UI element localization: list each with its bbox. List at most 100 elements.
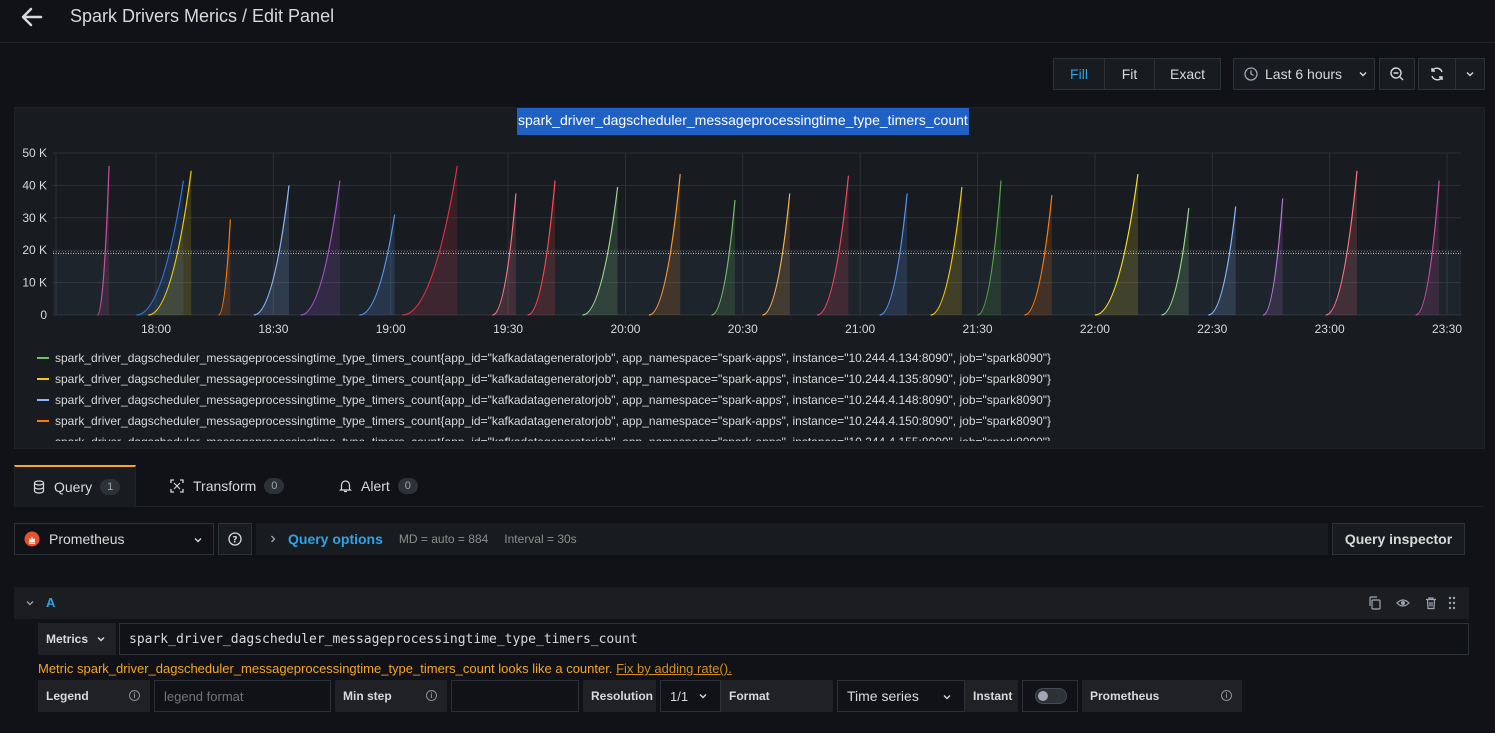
editor-tabs: Query 1 Transform 0 Alert 0 xyxy=(14,465,1484,507)
fix-rate-link[interactable]: Fix by adding rate(). xyxy=(616,661,732,676)
bell-icon xyxy=(339,480,352,493)
resolution-value: 1/1 xyxy=(670,688,689,704)
legend-label-box: Legend i xyxy=(38,680,150,712)
question-circle-icon: ? xyxy=(228,532,242,546)
legend-swatch xyxy=(37,378,49,380)
chevron-down-icon xyxy=(194,538,202,543)
x-tick-label: 23:00 xyxy=(1315,322,1345,336)
legend-item[interactable]: spark_driver_dagscheduler_messageprocess… xyxy=(37,414,1051,428)
time-range-label: Last 6 hours xyxy=(1265,66,1343,82)
x-tick-label: 21:00 xyxy=(845,322,875,336)
x-tick-label: 22:00 xyxy=(1080,322,1110,336)
legend-item[interactable]: spark_driver_dagscheduler_messageprocess… xyxy=(37,372,1051,386)
zoom-out-button[interactable] xyxy=(1379,58,1415,90)
metric-query-input[interactable]: spark_driver_dagscheduler_messageprocess… xyxy=(119,623,1469,655)
counter-warning: Metric spark_driver_dagscheduler_message… xyxy=(38,661,732,676)
format-dropdown[interactable]: Time series xyxy=(837,680,965,712)
tab-alert[interactable]: Alert 0 xyxy=(339,465,418,507)
y-tick-label: 20 K xyxy=(22,243,47,257)
legend-item[interactable]: spark_driver_dagscheduler_messageprocess… xyxy=(37,393,1051,407)
datasource-picker[interactable]: Prometheus xyxy=(14,523,214,555)
min-step-label-box: Min step i xyxy=(335,680,447,712)
transform-icon xyxy=(170,479,184,493)
metrics-label: Metrics xyxy=(46,632,89,646)
legend-format-input[interactable] xyxy=(154,680,331,712)
time-range-picker[interactable]: Last 6 hours xyxy=(1233,58,1375,90)
resolution-label: Resolution xyxy=(583,680,656,712)
format-value: Time series xyxy=(847,688,919,704)
fit-button[interactable]: Fit xyxy=(1104,58,1155,90)
legend-item[interactable]: spark_driver_dagscheduler_messageprocess… xyxy=(37,351,1051,365)
y-tick-label: 40 K xyxy=(22,178,47,192)
query-row-header[interactable]: A xyxy=(14,587,1469,619)
legend-swatch xyxy=(37,399,49,401)
legend-label: spark_driver_dagscheduler_messageprocess… xyxy=(55,414,1052,428)
prometheus-icon xyxy=(24,531,40,547)
tab-transform-count: 0 xyxy=(264,478,285,494)
query-ref-label: A xyxy=(46,595,56,610)
y-tick-label: 50 K xyxy=(22,146,47,160)
tab-query-label: Query xyxy=(54,479,93,495)
top-bar: Spark Drivers Merics / Edit Panel xyxy=(0,0,1495,43)
min-step-input[interactable] xyxy=(451,680,579,712)
chart-legend: spark_driver_dagscheduler_messageprocess… xyxy=(15,345,1486,441)
refresh-button[interactable] xyxy=(1418,58,1456,90)
info-icon[interactable]: i xyxy=(426,690,437,701)
chevron-down-icon xyxy=(943,695,951,700)
page-title: Spark Drivers Merics / Edit Panel xyxy=(70,6,335,26)
graph-panel: spark_driver_dagscheduler_messageprocess… xyxy=(14,107,1485,449)
trash-icon[interactable] xyxy=(1424,596,1438,610)
y-tick-label: 0 xyxy=(40,308,47,322)
database-icon xyxy=(33,480,45,494)
chevron-down-icon xyxy=(1359,72,1367,77)
chevron-down-icon xyxy=(699,694,707,699)
chevron-down-icon xyxy=(1466,72,1474,77)
format-label: Format xyxy=(721,680,833,712)
tab-query[interactable]: Query 1 xyxy=(14,465,136,507)
legend-item[interactable]: spark_driver_dagscheduler_messageprocess… xyxy=(37,435,1051,441)
legend-swatch xyxy=(37,420,49,422)
query-options-label: Query options xyxy=(288,531,383,547)
eye-icon[interactable] xyxy=(1396,596,1410,610)
x-tick-label: 23:30 xyxy=(1432,322,1462,336)
instant-label: Instant xyxy=(965,680,1018,712)
back-arrow-icon[interactable] xyxy=(18,4,46,30)
toggle-switch xyxy=(1035,688,1067,704)
datasource-help-button[interactable]: ? xyxy=(218,523,252,555)
drag-handle-icon[interactable] xyxy=(1447,596,1457,610)
min-step-label: Min step xyxy=(343,689,392,703)
x-tick-label: 20:00 xyxy=(610,322,640,336)
x-tick-label: 18:30 xyxy=(258,322,288,336)
legend-swatch xyxy=(37,357,49,359)
time-series-chart[interactable]: 0 10 K 20 K 30 K 40 K 50 K 18:00 18:30 19:00 19:3… xyxy=(15,138,1486,363)
legend-label: spark_driver_dagscheduler_messageprocess… xyxy=(55,435,1051,441)
x-tick-label: 18:00 xyxy=(141,322,171,336)
query-inspector-button[interactable]: Query inspector xyxy=(1332,523,1465,555)
instant-toggle[interactable] xyxy=(1022,680,1078,712)
tab-query-count: 1 xyxy=(100,479,121,495)
panel-title[interactable]: spark_driver_dagscheduler_messageprocess… xyxy=(517,108,969,135)
x-tick-label: 20:30 xyxy=(728,322,758,336)
query-options-bar[interactable]: Query options MD = auto = 884 Interval =… xyxy=(256,523,1328,555)
y-tick-label: 30 K xyxy=(22,211,47,225)
chevron-down-icon xyxy=(97,637,105,642)
refresh-interval-dropdown[interactable] xyxy=(1455,58,1485,90)
y-tick-label: 10 K xyxy=(22,276,47,290)
info-icon[interactable]: i xyxy=(1221,690,1232,701)
metrics-dropdown[interactable]: Metrics xyxy=(38,623,116,655)
chevron-right-icon xyxy=(271,535,276,543)
copy-icon[interactable] xyxy=(1368,596,1382,610)
query-options-md: MD = auto = 884 xyxy=(398,532,489,546)
fill-button[interactable]: Fill xyxy=(1053,58,1105,90)
tab-alert-count: 0 xyxy=(397,478,418,494)
resolution-dropdown[interactable]: 1/1 xyxy=(660,680,721,712)
tab-transform[interactable]: Transform 0 xyxy=(170,465,285,507)
exact-button[interactable]: Exact xyxy=(1154,58,1221,90)
info-icon[interactable]: i xyxy=(129,690,140,701)
tab-alert-label: Alert xyxy=(361,478,390,494)
clock-icon xyxy=(1244,67,1258,81)
prometheus-label-box: Prometheus i xyxy=(1082,680,1242,712)
x-tick-label: 21:30 xyxy=(963,322,993,336)
chevron-down-icon[interactable] xyxy=(25,598,35,608)
prometheus-field-label: Prometheus xyxy=(1090,689,1160,703)
